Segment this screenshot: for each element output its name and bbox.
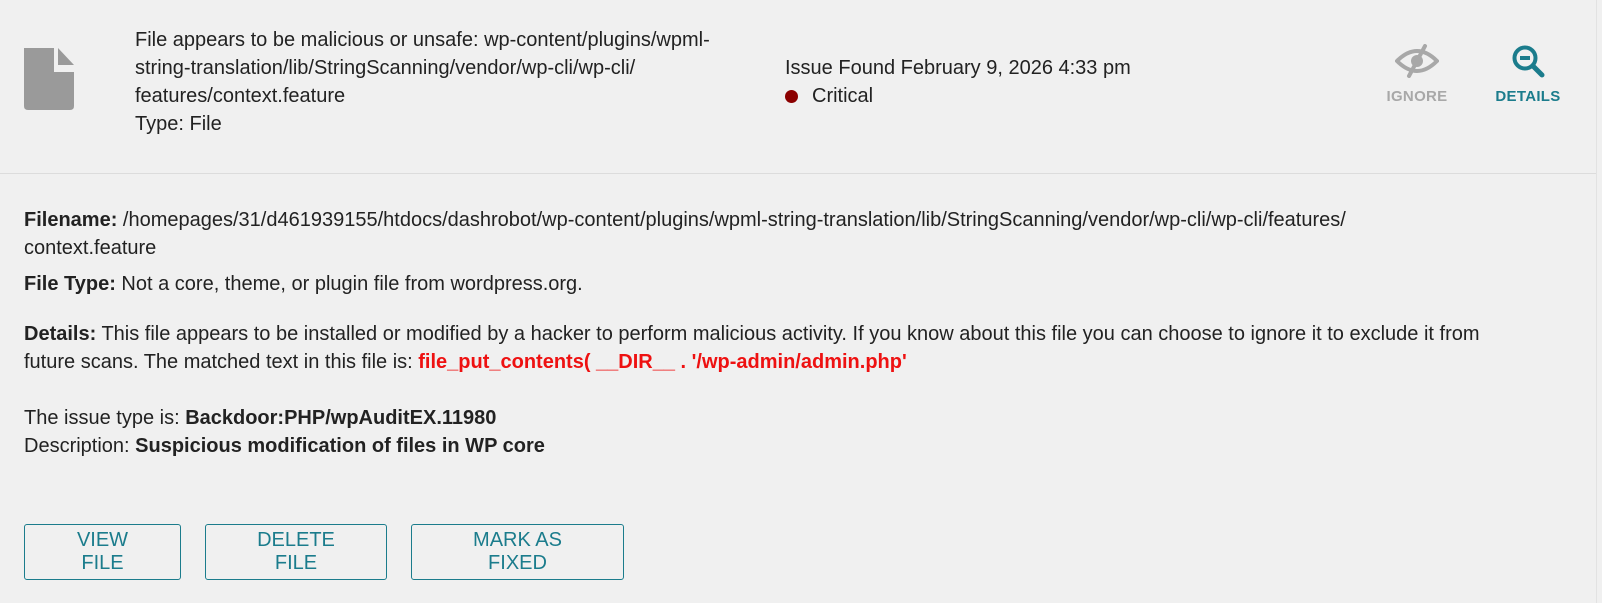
issue-card: File appears to be malicious or unsafe: … — [0, 0, 1597, 603]
eye-slash-icon — [1372, 44, 1462, 78]
filename-label: Filename: — [24, 209, 118, 231]
action-buttons: VIEW FILE DELETE FILE MARK AS FIXED — [24, 524, 648, 580]
filename-value-cont: context.feature — [24, 237, 157, 259]
details-label: DETAILS — [1495, 88, 1561, 105]
issue-type-value: Backdoor:PHP/wpAuditEX.11980 — [185, 407, 497, 429]
severity-indicator: Critical — [785, 82, 1131, 110]
details-text-cont: future scans. The matched text in this f… — [24, 351, 419, 373]
issue-summary: File appears to be malicious or unsafe: … — [135, 26, 765, 138]
details-text: This file appears to be installed or mod… — [96, 323, 1480, 345]
description-label: Description: — [24, 435, 136, 457]
summary-line: File appears to be malicious or unsafe: … — [135, 29, 710, 51]
details-row: Details: This file appears to be install… — [24, 320, 1569, 376]
issue-header: File appears to be malicious or unsafe: … — [0, 0, 1596, 174]
document-icon — [24, 48, 74, 110]
issue-details: Filename: /homepages/31/d461939155/htdoc… — [24, 206, 1569, 460]
description-value: Suspicious modification of files in WP c… — [135, 435, 545, 457]
filetype-label: File Type: — [24, 273, 116, 295]
ignore-label: IGNORE — [1386, 88, 1448, 105]
filetype-value: Not a core, theme, or plugin file from w… — [115, 273, 583, 295]
delete-file-button[interactable]: DELETE FILE — [205, 524, 387, 580]
ignore-button[interactable]: IGNORE — [1372, 44, 1462, 105]
issue-meta: Issue Found February 9, 2026 4:33 pm Cri… — [785, 54, 1131, 110]
matched-text: file_put_contents( __DIR__ . '/wp-admin/… — [418, 351, 907, 373]
details-label: Details: — [24, 323, 97, 345]
severity-dot — [785, 89, 798, 103]
issue-found-date: Issue Found February 9, 2026 4:33 pm — [785, 57, 1131, 79]
zoom-out-icon — [1483, 44, 1573, 78]
severity-label: Critical — [812, 85, 874, 107]
issue-type-row: The issue type is: Backdoor:PHP/wpAuditE… — [24, 404, 1569, 460]
filename-row: Filename: /homepages/31/d461939155/htdoc… — [24, 206, 1569, 262]
details-button[interactable]: DETAILS — [1483, 44, 1573, 105]
issue-type: Type: File — [135, 113, 222, 135]
summary-line: string-translation/lib/StringScanning/ve… — [135, 57, 636, 79]
issue-type-label: The issue type is: — [24, 407, 186, 429]
filetype-row: File Type: Not a core, theme, or plugin … — [24, 270, 1569, 298]
filename-value: /homepages/31/d461939155/htdocs/dashrobo… — [117, 209, 1346, 231]
summary-line: features/context.feature — [135, 85, 346, 107]
view-file-button[interactable]: VIEW FILE — [24, 524, 181, 580]
mark-as-fixed-button[interactable]: MARK AS FIXED — [411, 524, 624, 580]
